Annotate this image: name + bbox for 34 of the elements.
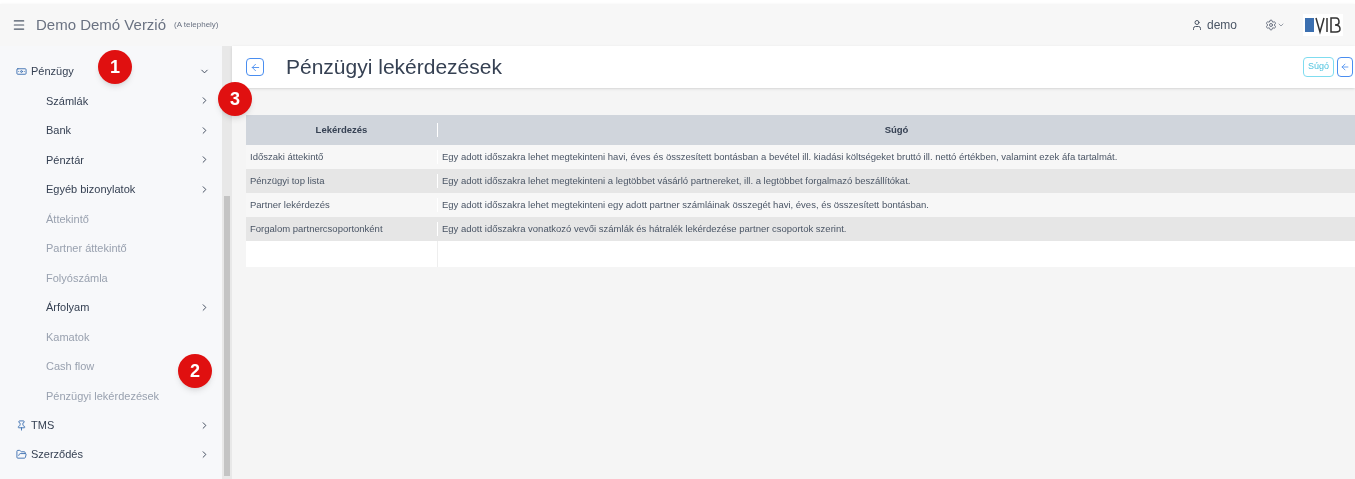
scrollbar[interactable] — [224, 196, 230, 476]
section-icon — [16, 448, 27, 460]
table-cell-text: Egy adott időszakra lehet megtekinteni egy adott partner számláinak összegét havi, éves, és összesített bontásban. — [441, 197, 930, 212]
user-menu[interactable]: demo — [1190, 16, 1237, 34]
sidebar-item[interactable]: Pénztár — [0, 145, 222, 175]
table-cell: Időszaki áttekintő — [246, 149, 438, 165]
table-cell-text: Egy adott időszakra vonatkozó vevői számlák és hátralék lekérdezése partner csoportok szerint. — [441, 221, 848, 236]
sidebar-section[interactable]: Szerződés — [0, 439, 222, 469]
settings-menu[interactable] — [1265, 19, 1285, 31]
app-title: Demo Demó Verzió — [36, 14, 167, 35]
table-cell-text: Egy adott időszakra lehet megtekinteni a legtöbbet vásárló partnereket, ill. a legtöbbet forgalmazó beszállítókat. — [441, 173, 912, 188]
sidebar-item[interactable]: Egyéb bizonylatok — [0, 174, 222, 204]
site-label: (A telephely) — [174, 19, 219, 31]
back-button[interactable] — [246, 58, 264, 76]
logo-icon[interactable] — [1303, 14, 1343, 36]
arrow-left-icon — [249, 61, 261, 73]
table-cell-text: Egy adott időszakra lehet megtekinteni havi, éves és összesített bontásban a bevétel ill. kiadási költségeket bruttó ill. nettó értékben, valamint ezek áfa tartalmát. — [441, 149, 1119, 164]
user-icon — [1190, 19, 1203, 31]
section-icon — [16, 419, 27, 431]
section-icon — [16, 66, 27, 77]
settings-icon — [1265, 19, 1277, 31]
page-title: Pénzügyi lekérdezések — [286, 54, 502, 81]
back-button[interactable] — [1337, 57, 1353, 77]
sidebar-section[interactable]: TMS — [0, 410, 222, 440]
arrow-left-icon — [1340, 62, 1350, 72]
caret-icon — [1277, 21, 1285, 29]
menu-icon[interactable] — [12, 18, 26, 32]
column-header: Lekérdezés — [246, 122, 438, 138]
sidebar-item[interactable]: Bank — [0, 115, 222, 145]
table-cell: Forgalom partnercsoportonként — [246, 221, 438, 237]
column-header: Súgó — [883, 122, 910, 137]
table-cell: Partner lekérdezés — [246, 197, 438, 213]
table-cell: Pénzügyi top lista — [246, 173, 438, 189]
sidebar-item[interactable]: Árfolyam — [0, 292, 222, 322]
